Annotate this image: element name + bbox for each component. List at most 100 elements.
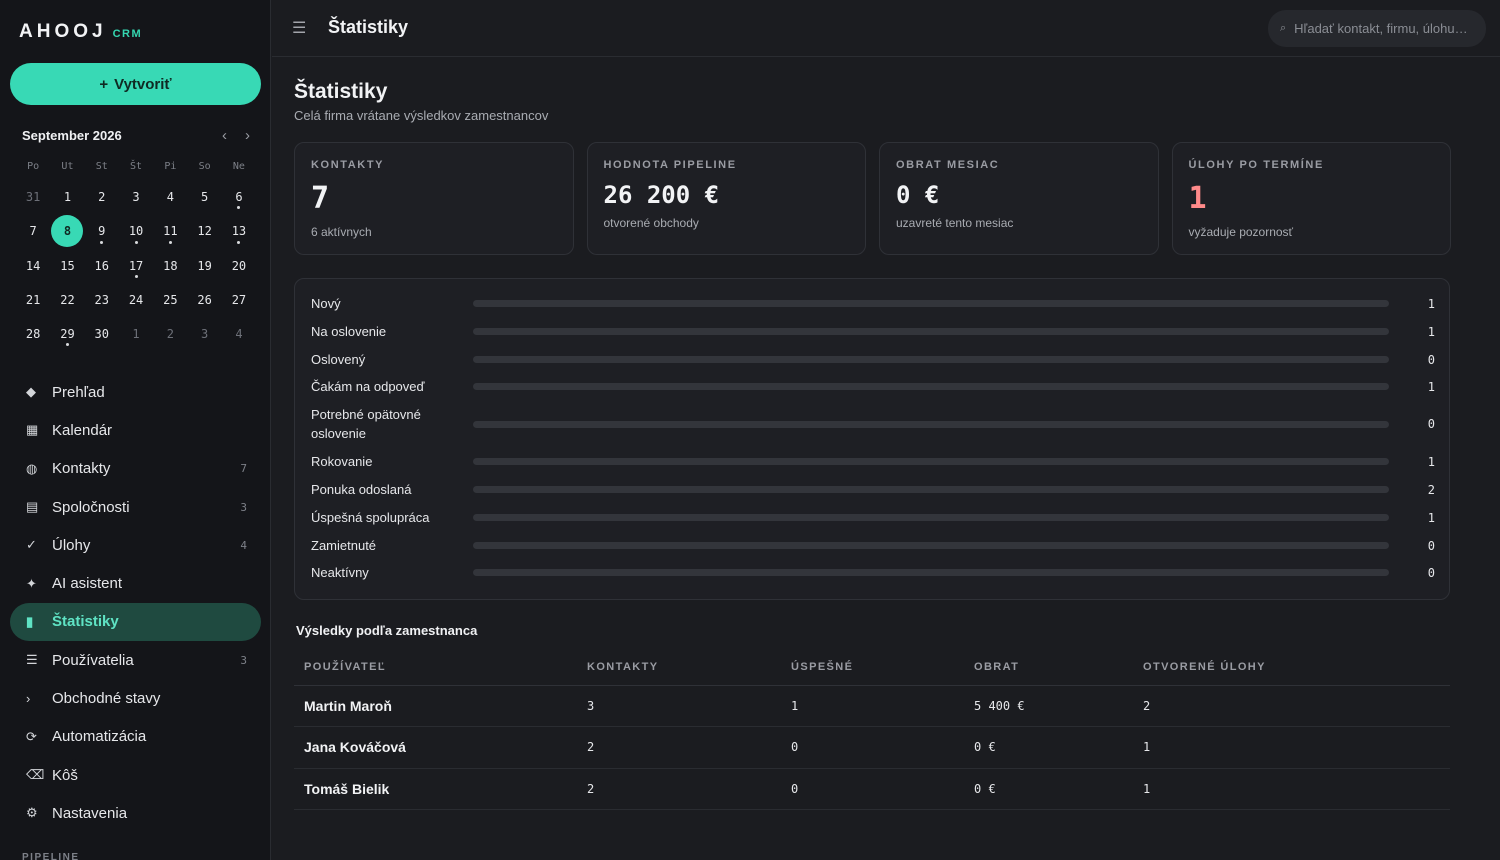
calendar-day[interactable]: 2 bbox=[153, 317, 187, 351]
col-header-open-tasks[interactable]: OTVORENÉ ÚLOHY bbox=[1133, 650, 1450, 686]
calendar-day[interactable]: 20 bbox=[222, 249, 256, 283]
calendar-day[interactable]: 14 bbox=[16, 249, 50, 283]
calendar-day[interactable]: 29 bbox=[50, 317, 84, 351]
calendar-day[interactable]: 1 bbox=[119, 317, 153, 351]
sidebar-item-trash[interactable]: ⌫ Kôš bbox=[10, 756, 261, 794]
calendar-day[interactable]: 26 bbox=[187, 283, 221, 317]
calendar-day[interactable]: 3 bbox=[119, 180, 153, 214]
calendar-weekday: Ne bbox=[232, 160, 245, 172]
calendar-day[interactable]: 28 bbox=[16, 317, 50, 351]
sidebar-item-check[interactable]: ✓ Úlohy 4 bbox=[10, 526, 261, 564]
sidebar-item-building[interactable]: ▤ Spoločnosti 3 bbox=[10, 488, 261, 526]
calendar-day[interactable]: 11 bbox=[153, 214, 187, 248]
calendar-day[interactable]: 17 bbox=[119, 249, 153, 283]
sidebar-item-users[interactable]: ☰ Používatelia 3 bbox=[10, 641, 261, 679]
calendar-day-number: 17 bbox=[128, 258, 144, 273]
building-icon: ▤ bbox=[26, 499, 39, 515]
calendar-prev-button[interactable]: ‹ bbox=[222, 127, 227, 144]
col-header-contacts[interactable]: KONTAKTY bbox=[577, 650, 781, 686]
calendar-day[interactable]: 4 bbox=[222, 317, 256, 351]
pipeline-stage-row[interactable]: Ponuka odoslaná 2 bbox=[311, 480, 1435, 499]
calendar-day[interactable]: 18 bbox=[153, 249, 187, 283]
calendar-day[interactable]: 30 bbox=[85, 317, 119, 351]
kpi-note: 6 aktívnych bbox=[311, 225, 372, 239]
pipeline-stage-row[interactable]: Zamietnuté 0 bbox=[311, 536, 1435, 555]
event-dot-icon bbox=[237, 206, 241, 210]
calendar-day[interactable]: 15 bbox=[50, 249, 84, 283]
sidebar-item-label: Kalendár bbox=[52, 421, 113, 439]
search-input[interactable] bbox=[1294, 21, 1471, 36]
table-row[interactable]: Jana Kováčová 2 0 0 € 1 bbox=[294, 726, 1450, 769]
sidebar-item-sparkle[interactable]: ✦ AI asistent bbox=[10, 564, 261, 602]
pipeline-stage-row[interactable]: Na oslovenie 1 bbox=[311, 322, 1435, 341]
sidebar-item-label: Štatistiky bbox=[52, 613, 119, 631]
calendar-day[interactable]: 19 bbox=[187, 249, 221, 283]
col-header-successful[interactable]: ÚSPEŠNÉ bbox=[781, 650, 964, 686]
calendar-day[interactable]: 5 bbox=[187, 180, 221, 214]
calendar-day[interactable]: 31 bbox=[16, 180, 50, 214]
pipeline-stage-row[interactable]: Potrebné opätovné oslovenie 0 bbox=[311, 405, 1435, 443]
kpi-cards: KONTAKTY 7 6 aktívnych HODNOTA PIPELINE … bbox=[294, 142, 1451, 255]
pipeline-stage-row[interactable]: Neaktívny 0 bbox=[311, 563, 1435, 582]
col-header-turnover[interactable]: OBRAT bbox=[964, 650, 1133, 686]
col-header-user[interactable]: POUŽÍVATEĽ bbox=[294, 650, 577, 686]
pipeline-stage-row[interactable]: Úspešná spolupráca 1 bbox=[311, 508, 1435, 527]
create-button[interactable]: + Vytvoriť bbox=[10, 63, 261, 105]
table-row[interactable]: Tomáš Bielik 2 0 0 € 1 bbox=[294, 768, 1450, 810]
sidebar-item-diamond[interactable]: ◆ Prehľad bbox=[10, 373, 261, 411]
kpi-label: HODNOTA PIPELINE bbox=[603, 159, 737, 171]
sidebar-item-contacts[interactable]: ◍ Kontakty 7 bbox=[10, 450, 261, 488]
sparkle-icon: ✦ bbox=[26, 575, 37, 591]
sidebar-item-gear[interactable]: ⚙ Nastavenia bbox=[10, 794, 261, 832]
sidebar-item-calendar[interactable]: ▦ Kalendár bbox=[10, 411, 261, 449]
sidebar-item-count: 4 bbox=[240, 538, 247, 552]
sidebar-item-automation[interactable]: ⟳ Automatizácia bbox=[10, 718, 261, 756]
event-dot-icon bbox=[237, 240, 241, 244]
calendar-day[interactable]: 1 bbox=[50, 180, 84, 214]
calendar-day[interactable]: 22 bbox=[50, 283, 84, 317]
calendar-day[interactable]: 10 bbox=[119, 214, 153, 248]
stage-name: Neaktívny bbox=[311, 565, 369, 580]
calendar-weekday: Ut bbox=[61, 160, 74, 172]
calendar-day[interactable]: 7 bbox=[16, 214, 50, 248]
kpi-value: 0 € bbox=[896, 181, 940, 209]
calendar-next-button[interactable]: › bbox=[245, 127, 250, 144]
calendar-day-number: 26 bbox=[197, 293, 212, 308]
calendar-day[interactable]: 21 bbox=[16, 283, 50, 317]
calendar-day[interactable]: 25 bbox=[153, 283, 187, 317]
nav-section-label: PIPELINE bbox=[22, 852, 80, 860]
calendar-day[interactable]: 23 bbox=[85, 283, 119, 317]
calendar-day-number: 6 bbox=[235, 190, 243, 205]
pipeline-stage-row[interactable]: Oslovený 0 bbox=[311, 350, 1435, 369]
hamburger-menu-icon[interactable]: ☰ bbox=[292, 18, 306, 38]
calendar-day[interactable]: 4 bbox=[153, 180, 187, 214]
cell-user: Jana Kováčová bbox=[294, 726, 577, 769]
main-content: Štatistiky Celá firma vrátane výsledkov … bbox=[272, 58, 1500, 860]
calendar-day[interactable]: 27 bbox=[222, 283, 256, 317]
calendar-day[interactable]: 9 bbox=[85, 214, 119, 248]
sidebar-item-chevron-right[interactable]: › Obchodné stavy bbox=[10, 679, 261, 717]
sidebar-nav: ◆ Prehľad ▦ Kalendár ◍ Kontakty 7 ▤ Spoločnosti 3… bbox=[10, 373, 261, 833]
calendar-weekday: So bbox=[198, 160, 211, 172]
sidebar-item-stats[interactable]: ▮ Štatistiky bbox=[10, 602, 261, 642]
calendar-day[interactable]: 16 bbox=[85, 249, 119, 283]
logo-tag: CRM bbox=[112, 28, 143, 40]
cell-open-tasks: 2 bbox=[1133, 685, 1450, 727]
calendar-day[interactable]: 3 bbox=[187, 317, 221, 351]
calendar-day[interactable]: 2 bbox=[85, 180, 119, 214]
stage-bar bbox=[473, 486, 1389, 493]
table-row[interactable]: Martin Maroň 3 1 5 400 € 2 bbox=[294, 685, 1450, 727]
calendar-day-number: 25 bbox=[163, 293, 178, 308]
stage-name: Na oslovenie bbox=[311, 324, 387, 339]
pipeline-stage-row[interactable]: Nový 1 bbox=[311, 294, 1435, 313]
pipeline-stage-row[interactable]: Čakám na odpoveď 1 bbox=[311, 377, 1435, 396]
search-box[interactable]: ⌕ bbox=[1268, 10, 1486, 47]
calendar-day[interactable]: 12 bbox=[187, 214, 221, 248]
calendar-day-today[interactable]: 8 bbox=[50, 214, 84, 248]
calendar-day[interactable]: 24 bbox=[119, 283, 153, 317]
calendar-day[interactable]: 13 bbox=[222, 214, 256, 248]
pipeline-stage-row[interactable]: Rokovanie 1 bbox=[311, 452, 1435, 471]
calendar-day-number: 31 bbox=[25, 190, 41, 205]
logo[interactable]: AHOOJ CRM bbox=[19, 21, 142, 43]
calendar-day[interactable]: 6 bbox=[222, 180, 256, 214]
